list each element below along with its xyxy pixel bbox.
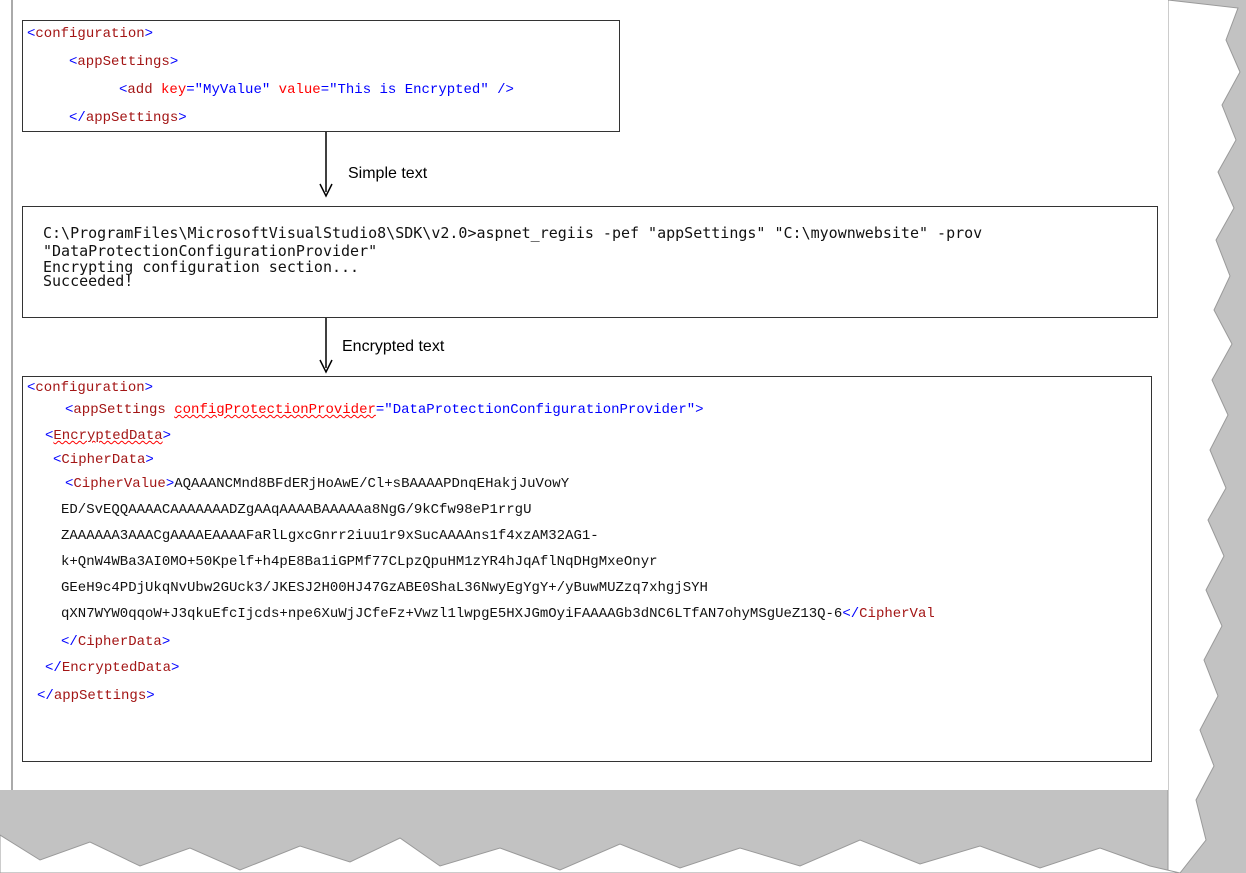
box3-line: qXN7WYW0qqoW+J3qkuEfcIjcds+npe6XuWjJCfeF…	[61, 603, 935, 625]
code-token: >	[178, 110, 187, 126]
box3-line: </CipherData>	[61, 631, 170, 653]
code-token: appSettings	[85, 110, 179, 126]
box3-line: </EncryptedData>	[45, 657, 179, 679]
code-token: MyValue	[203, 82, 262, 98]
code-token: GEeH9c4PDjUkqNvUbw2GUck3/JKESJ2H00HJ47Gz…	[61, 580, 708, 596]
code-token: EncryptedData	[61, 660, 172, 676]
code-token: DataProtectionConfigurationProvider	[392, 402, 687, 418]
code-token: This is Encrypted	[337, 82, 481, 98]
box1-line: <add key="MyValue" value="This is Encryp…	[119, 79, 514, 101]
box3-line: <EncryptedData>	[45, 425, 171, 447]
command-output-box: C:\ProgramFiles\MicrosoftVisualStudio8\S…	[22, 206, 1158, 318]
code-token: appSettings	[77, 54, 170, 70]
code-token: >	[171, 660, 180, 676]
code-token: </	[45, 660, 62, 676]
box1-line: <configuration>	[27, 23, 153, 45]
simple-text-label: Simple text	[348, 165, 428, 182]
code-token: >	[144, 26, 154, 42]
code-token: >	[165, 476, 175, 492]
box3-line: <CipherValue>AQAAANCMnd8BFdERjHoAwE/Cl+s…	[65, 473, 569, 495]
code-token: >	[144, 380, 154, 396]
code-token: ="	[320, 82, 338, 98]
code-token: >	[145, 452, 154, 468]
code-token: qXN7WYW0qqoW+J3qkuEfcIjcds+npe6XuWjJCfeF…	[61, 606, 843, 622]
code-token: ">	[686, 402, 704, 418]
box1-line: <appSettings>	[69, 51, 178, 73]
code-token: AQAAANCMnd8BFdERjHoAwE/Cl+sBAAAAPDnqEHak…	[174, 476, 570, 492]
box3-line: ED/SvEQQAAAACAAAAAAADZgAAqAAAABAAAAAa8Ng…	[61, 499, 531, 521]
code-token: </	[37, 688, 54, 704]
command-output-line: C:\ProgramFiles\MicrosoftVisualStudio8\S…	[43, 224, 983, 242]
code-token: CipherVal	[859, 606, 935, 622]
code-token: EncryptedData	[53, 428, 163, 444]
box3-line: <CipherData>	[53, 449, 154, 471]
encrypted-text-label: Encrypted text	[342, 338, 445, 355]
code-token: appSettings	[53, 688, 147, 704]
code-token: key	[161, 82, 187, 98]
code-token: CipherValue	[73, 476, 166, 492]
code-token: "	[261, 82, 279, 98]
code-token: </	[842, 606, 860, 622]
code-token: appSettings	[73, 402, 175, 418]
command-output-line: "DataProtectionConfigurationProvider"	[43, 242, 378, 260]
box3-line: </appSettings>	[37, 685, 155, 707]
code-token: CipherData	[77, 634, 162, 650]
arrow-down-2	[319, 318, 333, 374]
code-token: ="	[375, 402, 393, 418]
code-token: add	[127, 82, 162, 98]
box3-line: k+QnW4WBa3AI0MO+50Kpelf+h4pE8Ba1iGPMf77C…	[61, 551, 658, 573]
code-token: ED/SvEQQAAAACAAAAAAADZgAAqAAAABAAAAAa8Ng…	[61, 502, 532, 518]
code-token: configProtectionProvider	[174, 402, 376, 418]
code-token: >	[146, 688, 155, 704]
code-token: >	[161, 634, 171, 650]
code-token: ZAAAAAA3AAACgAAAAEAAAAFaRlLgxcGnrr2iuu1r…	[61, 528, 599, 544]
code-token: >	[162, 428, 172, 444]
encrypted-config-box: <configuration> <appSettings configProtec…	[22, 376, 1152, 762]
code-token: ="	[186, 82, 204, 98]
box1-line: </appSettings>	[69, 107, 187, 129]
code-token: >	[169, 54, 179, 70]
arrow-down-1	[319, 132, 333, 198]
code-token: </	[69, 110, 86, 126]
code-token: " />	[480, 82, 514, 98]
box3-line: ZAAAAAA3AAACgAAAAEAAAAFaRlLgxcGnrr2iuu1r…	[61, 525, 599, 547]
box3-line: <configuration>	[27, 377, 153, 399]
code-token: value	[278, 82, 321, 98]
command-output-line: Succeeded!	[43, 272, 134, 290]
code-token: k+QnW4WBa3AI0MO+50Kpelf+h4pE8Ba1iGPMf77C…	[61, 554, 658, 570]
box3-line: <appSettings configProtectionProvider="D…	[65, 399, 704, 421]
code-token: </	[61, 634, 78, 650]
code-token: CipherData	[61, 452, 146, 468]
code-token: configuration	[35, 380, 145, 396]
original-config-box: <configuration> <appSettings> <add key="My…	[22, 20, 620, 132]
box3-line: GEeH9c4PDjUkqNvUbw2GUck3/JKESJ2H00HJ47Gz…	[61, 577, 708, 599]
code-token: configuration	[35, 26, 145, 42]
